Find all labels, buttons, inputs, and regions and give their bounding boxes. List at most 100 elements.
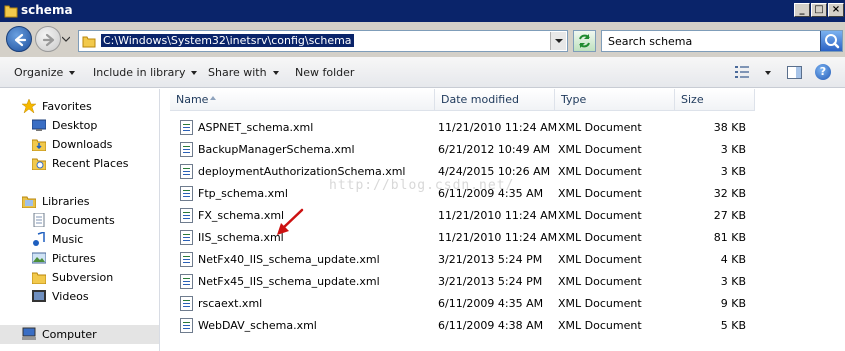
organize-button[interactable]: Organize [14,66,76,79]
nav-videos[interactable]: Videos [0,287,159,306]
chevron-down-icon [555,39,563,43]
file-row[interactable]: NetFx45_IIS_schema_update.xml 3/21/2013 5… [162,271,845,293]
nav-music[interactable]: Music [0,230,159,249]
chevron-down-icon [191,71,198,75]
window-title: schema [21,3,73,17]
libraries-icon [22,196,36,208]
file-row[interactable]: FX_schema.xml 11/21/2010 11:24 AM XML Docu… [162,205,845,227]
column-type-label: Type [561,93,587,106]
share-with-button[interactable]: Share with [208,66,279,79]
desktop-icon [32,119,46,131]
command-toolbar: Organize Include in library Share with N… [0,57,845,88]
file-row[interactable]: rscaext.xml 6/11/2009 4:35 AM XML Document… [162,293,845,315]
nav-documents[interactable]: Documents [0,211,159,230]
file-name: BackupManagerSchema.xml [198,143,355,156]
maximize-button[interactable]: □ [811,3,827,17]
recent-pages-chevron-icon[interactable] [62,35,70,43]
file-size: 9 KB [720,297,746,310]
file-type: XML Document [558,319,642,332]
view-dropdown-chevron-icon[interactable] [765,71,771,75]
search-button[interactable] [820,31,842,51]
column-date-label: Date modified [441,93,519,106]
xml-file-icon [180,230,193,245]
file-size: 5 KB [720,319,746,332]
file-name: rscaext.xml [198,297,263,310]
pictures-icon [32,252,46,264]
nav-computer-label: Computer [42,328,97,341]
column-header-type[interactable]: Type [555,89,675,111]
column-header-name[interactable]: Name [170,89,435,111]
file-row[interactable]: ASPNET_schema.xml 11/21/2010 11:24 AM XML … [162,117,845,139]
xml-file-icon [180,164,193,179]
file-name: NetFx45_IIS_schema_update.xml [198,275,380,288]
recent-places-icon [32,158,46,170]
file-size: 4 KB [720,253,746,266]
include-in-library-label: Include in library [93,66,186,79]
file-name: WebDAV_schema.xml [198,319,317,332]
nav-downloads[interactable]: Downloads [0,135,159,154]
search-box[interactable]: Search schema [601,30,843,52]
file-type: XML Document [558,231,642,244]
file-row[interactable]: NetFx40_IIS_schema_update.xml 3/21/2013 5… [162,249,845,271]
column-header-size[interactable]: Size [675,89,755,111]
address-path[interactable]: C:\Windows\System32\inetsrv\config\schem… [101,34,354,47]
file-date-modified: 3/21/2013 5:24 PM [438,275,543,288]
nav-subversion-label: Subversion [52,271,114,284]
include-in-library-button[interactable]: Include in library [93,66,198,79]
file-name: NetFx40_IIS_schema_update.xml [198,253,380,266]
back-button[interactable] [6,26,32,52]
xml-file-icon [180,252,193,267]
nav-desktop[interactable]: Desktop [0,116,159,135]
xml-file-icon [180,208,193,223]
file-type: XML Document [558,143,642,156]
refresh-icon [579,34,590,48]
address-bar[interactable]: C:\Windows\System32\inetsrv\config\schem… [78,30,568,52]
forward-button[interactable] [35,26,61,52]
refresh-button[interactable] [573,30,596,52]
file-row[interactable]: WebDAV_schema.xml 6/11/2009 4:38 AM XML Do… [162,315,845,337]
file-type: XML Document [558,165,642,178]
videos-icon [32,290,46,302]
minimize-button[interactable]: _ [794,3,810,17]
share-with-label: Share with [208,66,267,79]
column-header-date-modified[interactable]: Date modified [435,89,555,111]
documents-icon [33,213,45,227]
folder-icon [4,5,18,18]
nav-libraries[interactable]: Libraries [0,192,159,211]
star-icon [22,99,36,113]
nav-pictures[interactable]: Pictures [0,249,159,268]
organize-label: Organize [14,66,64,79]
xml-file-icon [180,120,193,135]
file-size: 81 KB [713,231,746,244]
chevron-down-icon [272,71,279,75]
file-name: deploymentAuthorizationSchema.xml [198,165,406,178]
computer-icon [22,327,36,340]
nav-pictures-label: Pictures [52,252,96,265]
file-date-modified: 6/11/2009 4:38 AM [438,319,544,332]
nav-favorites[interactable]: Favorites [0,97,159,116]
nav-computer[interactable]: Computer [0,325,159,344]
file-row[interactable]: BackupManagerSchema.xml 6/21/2012 10:49 A… [162,139,845,161]
help-icon[interactable]: ? [815,64,831,80]
nav-recent-places[interactable]: Recent Places [0,154,159,173]
search-icon [825,34,840,49]
xml-file-icon [180,318,193,333]
address-dropdown-button[interactable] [550,32,566,50]
file-date-modified: 11/21/2010 11:24 AM [438,121,558,134]
file-name: Ftp_schema.xml [198,187,288,200]
search-input[interactable]: Search schema [608,35,692,48]
new-folder-button[interactable]: New folder [295,66,354,79]
file-row[interactable]: IIS_schema.xml 11/21/2010 11:24 AM XML Doc… [162,227,845,249]
column-name-label: Name [176,93,209,106]
nav-downloads-label: Downloads [52,138,113,151]
close-button[interactable]: × [828,3,844,17]
view-options-icon[interactable] [735,66,749,78]
nav-desktop-label: Desktop [52,119,98,132]
nav-videos-label: Videos [52,290,89,303]
nav-subversion[interactable]: Subversion [0,268,159,287]
preview-pane-icon[interactable] [787,66,802,79]
file-type: XML Document [558,297,642,310]
xml-file-icon [180,186,193,201]
subversion-folder-icon [32,272,46,284]
file-name: IIS_schema.xml [198,231,284,244]
